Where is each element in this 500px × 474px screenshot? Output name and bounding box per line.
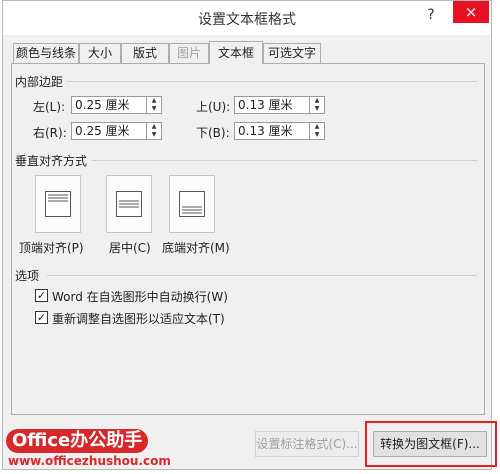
left-margin-spin-buttons: ▲ ▼ [147,96,162,114]
top-margin-spin-buttons: ▲ ▼ [310,96,325,114]
spin-down-icon[interactable]: ▼ [310,131,324,139]
bottom-margin-spin-buttons: ▲ ▼ [310,122,325,140]
right-margin-input[interactable]: 0.25 厘米 [71,122,147,140]
left-margin-input[interactable]: 0.25 厘米 [71,96,147,114]
left-margin-label: 左(L): [33,100,66,114]
spin-up-icon[interactable]: ▲ [147,123,161,131]
align-middle-option[interactable] [106,175,152,233]
bottom-margin-input[interactable]: 0.13 厘米 [234,122,310,140]
help-button[interactable]: ? [421,5,441,25]
left-margin-spinner: 0.25 厘米 ▲ ▼ [71,96,163,114]
checkmark-icon: ✓ [36,289,47,302]
align-bottom-option[interactable] [169,175,215,233]
spin-up-icon[interactable]: ▲ [310,123,324,131]
word-wrap-label: Word 在自选图形中自动换行(W) [52,290,228,304]
top-margin-spinner: 0.13 厘米 ▲ ▼ [234,96,326,114]
top-margin-input[interactable]: 0.13 厘米 [234,96,310,114]
vertical-align-heading: 垂直对齐方式 [15,154,88,168]
bottom-margin-spinner: 0.13 厘米 ▲ ▼ [234,122,326,140]
tab-alt-text[interactable]: 可选文字 [263,43,321,63]
tab-colors-lines[interactable]: 颜色与线条 [13,43,79,63]
right-margin-label: 右(R): [33,126,67,140]
margins-divider [67,81,477,82]
tab-picture: 图片 [169,43,209,63]
dialog-title: 设置文本框格式 [198,12,296,28]
top-margin-label: 上(U): [196,100,231,114]
options-divider [47,275,477,276]
options-heading: 选项 [15,269,40,283]
title-bar: 设置文本框格式 ? × [3,1,491,35]
spin-up-icon[interactable]: ▲ [310,97,324,105]
bottom-margin-label: 下(B): [196,126,230,140]
set-default-button: 设置标注格式(C)... [255,431,359,457]
word-wrap-checkbox[interactable]: ✓ [35,289,48,302]
close-button[interactable]: × [453,1,489,23]
tab-size[interactable]: 大小 [79,43,121,63]
align-bottom-label: 底端对齐(M) [162,241,230,255]
right-margin-spin-buttons: ▲ ▼ [147,122,162,140]
highlight-box [365,421,497,467]
align-middle-label: 居中(C) [109,241,151,255]
resize-shape-checkbox[interactable]: ✓ [35,311,48,324]
align-top-option[interactable] [35,175,81,233]
spin-up-icon[interactable]: ▲ [147,97,161,105]
align-middle-icon [116,191,142,217]
right-margin-spinner: 0.25 厘米 ▲ ▼ [71,122,163,140]
vertical-align-divider [92,160,477,161]
spin-down-icon[interactable]: ▼ [147,105,161,113]
tab-layout[interactable]: 版式 [121,43,169,63]
align-top-label: 顶端对齐(P) [19,241,84,255]
spin-down-icon[interactable]: ▼ [147,131,161,139]
resize-shape-label: 重新调整自选图形以适应文本(T) [52,312,225,326]
align-bottom-icon [179,191,205,217]
align-top-icon [45,191,71,217]
margins-heading: 内部边距 [15,75,64,89]
checkmark-icon: ✓ [36,311,47,324]
watermark-url: www.officezhushou.com [8,454,171,468]
watermark-logo: Office办公助手 [6,429,149,453]
spin-down-icon[interactable]: ▼ [310,105,324,113]
format-textbox-dialog: 设置文本框格式 ? × 颜色与线条 大小 版式 图片 文本框 可选文字 内部边距… [2,0,497,470]
tab-textbox[interactable]: 文本框 [209,41,263,64]
